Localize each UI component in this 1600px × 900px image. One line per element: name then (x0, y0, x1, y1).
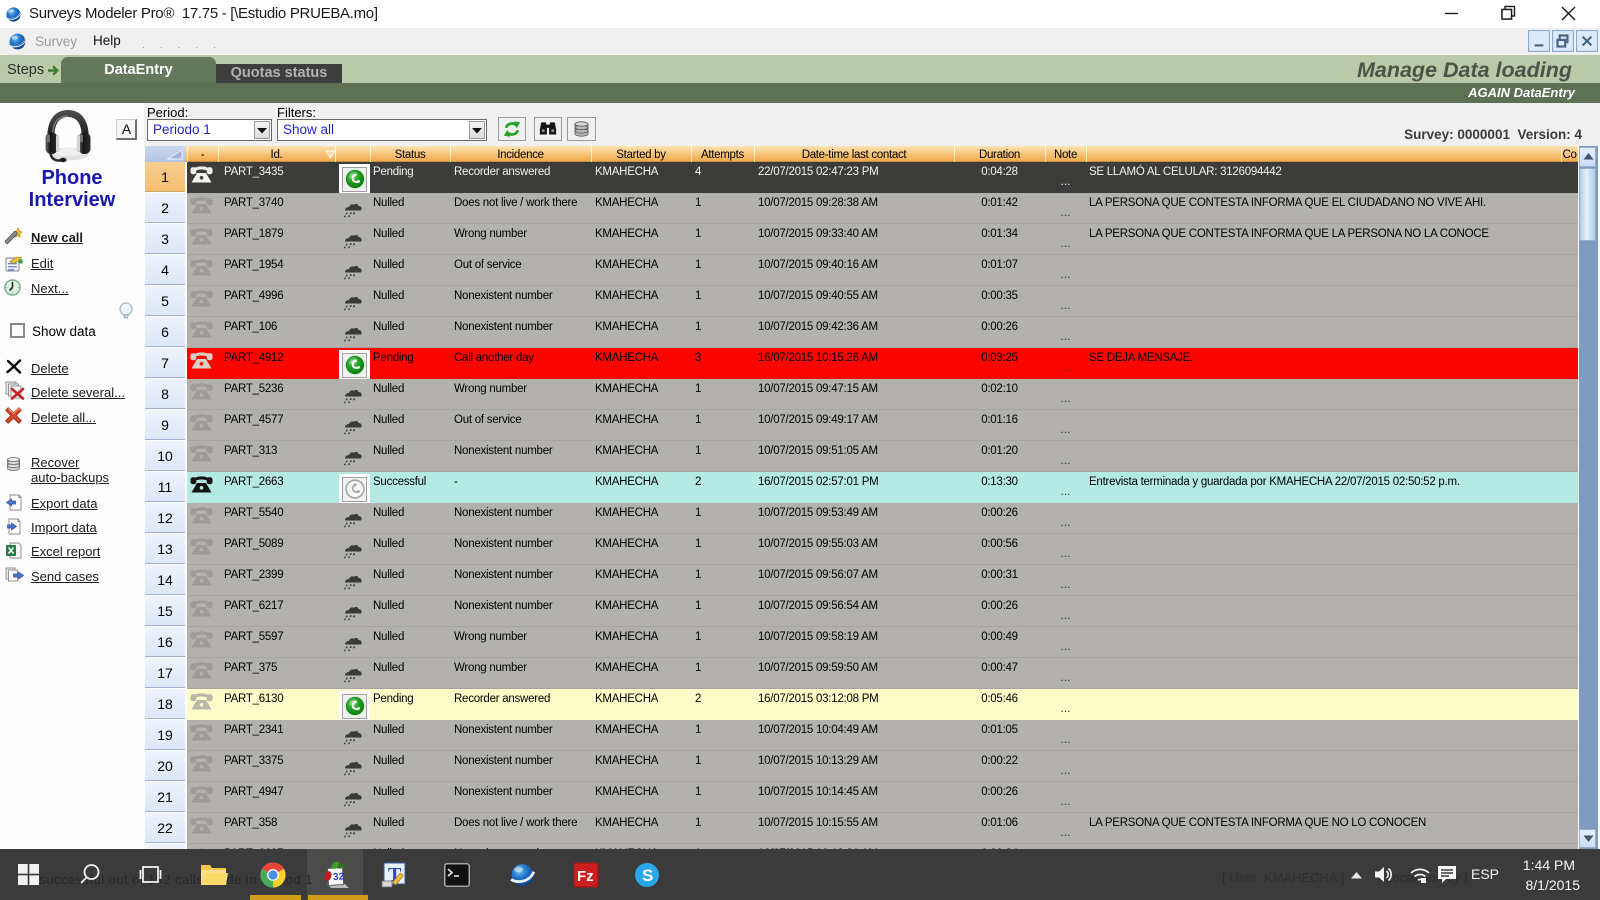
svg-text:Fz: Fz (577, 868, 594, 885)
svg-text:S: S (642, 866, 653, 885)
svg-text:32: 32 (333, 871, 345, 883)
